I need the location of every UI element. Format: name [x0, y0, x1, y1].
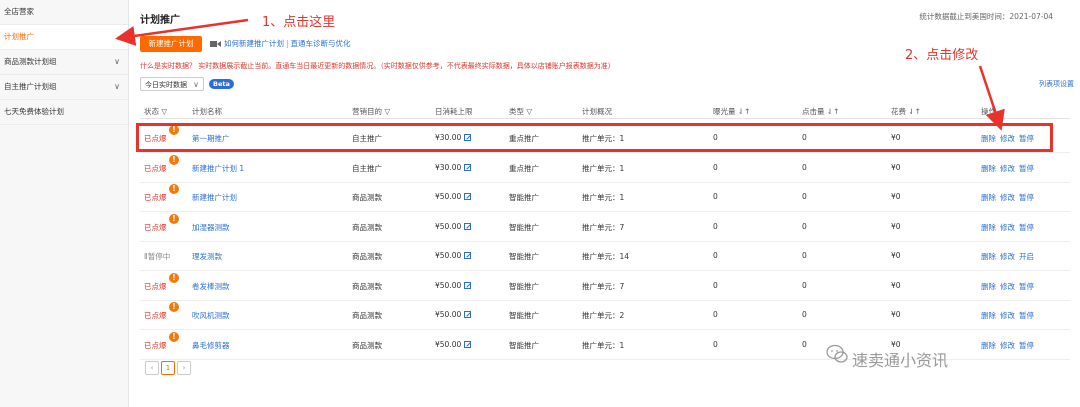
wechat-icon	[826, 344, 848, 363]
arrow-to-sidebar	[115, 18, 249, 46]
arrow-to-modify	[978, 65, 1005, 131]
annotation-step2: 2、点击修改	[905, 48, 979, 63]
annotation-step1: 1、点击这里	[262, 15, 336, 30]
watermark: 速卖通小资讯	[852, 351, 949, 370]
